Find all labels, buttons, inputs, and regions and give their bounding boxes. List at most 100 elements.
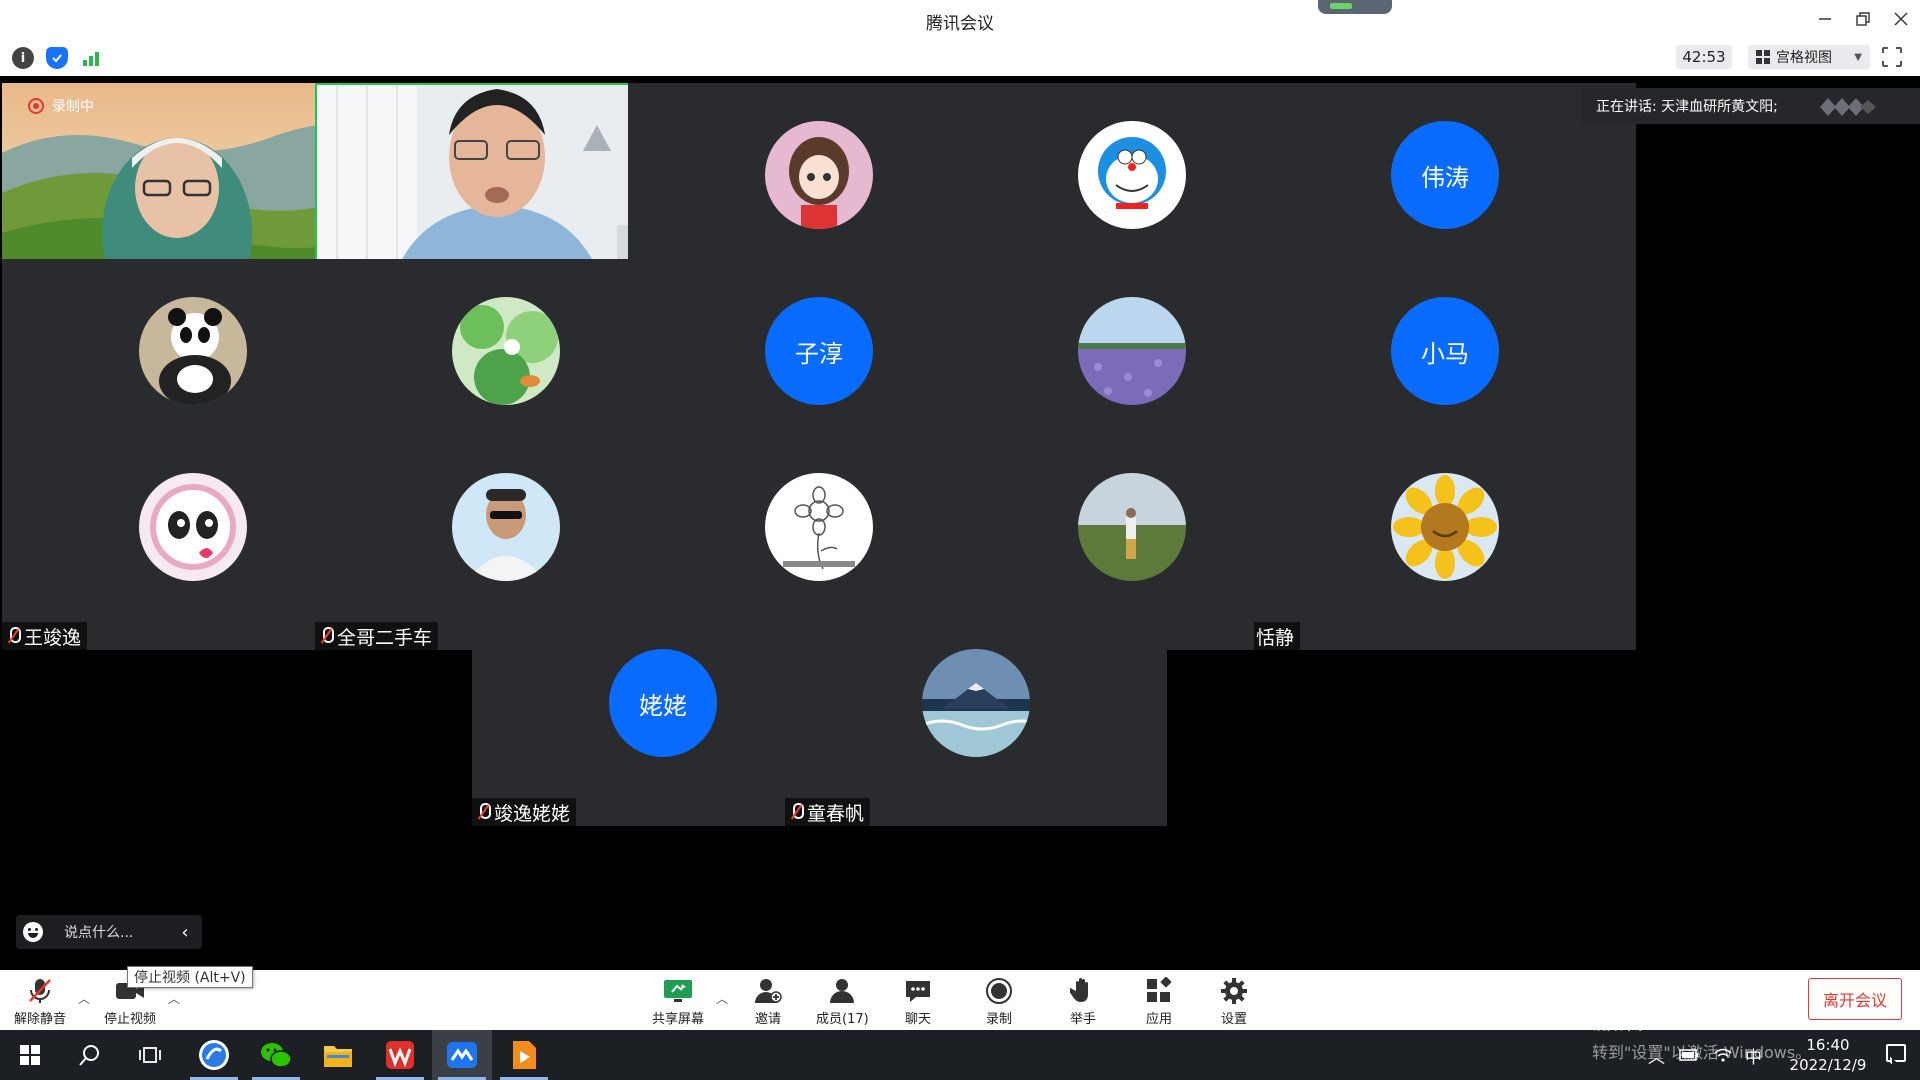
- search-icon: [79, 1045, 99, 1066]
- taskbar-app-explorer[interactable]: [308, 1030, 368, 1080]
- chat-button[interactable]: 聊天: [902, 976, 934, 1027]
- chat-bubble-icon: [902, 976, 934, 1006]
- apps-grid-icon: [1143, 976, 1175, 1006]
- participant-avatar: [452, 473, 560, 581]
- participant-avatar: 伟涛: [1391, 121, 1499, 229]
- grid-icon: [1756, 50, 1770, 64]
- minimize-button[interactable]: [1806, 0, 1844, 38]
- hand-icon: [1067, 976, 1099, 1006]
- task-view-button[interactable]: [120, 1030, 180, 1080]
- windows-logo-icon: [20, 1045, 40, 1065]
- recording-label: 录制中: [52, 99, 94, 115]
- gear-icon: [1218, 976, 1250, 1006]
- tencent-meeting-app-icon: [447, 1042, 477, 1068]
- participant-avatar: [452, 297, 560, 405]
- taskbar-app-player[interactable]: [494, 1030, 554, 1080]
- shield-icon[interactable]: [46, 47, 68, 69]
- participant-name: 竣逸姥姥: [494, 802, 571, 825]
- mic-muted-icon: [474, 802, 492, 822]
- notification-center-icon[interactable]: [1886, 1044, 1906, 1062]
- fullscreen-icon[interactable]: [1881, 46, 1903, 68]
- info-icon[interactable]: i: [12, 47, 34, 69]
- close-button[interactable]: [1882, 0, 1920, 38]
- participant-avatar: [1078, 121, 1186, 229]
- view-mode-label: 宫格视图: [1776, 50, 1832, 66]
- mic-muted-icon: [4, 626, 22, 646]
- participant-avatar: 小马: [1391, 297, 1499, 405]
- view-mode-dropdown[interactable]: 宫格视图 ▼: [1748, 45, 1870, 69]
- participant-avatar: [1391, 473, 1499, 581]
- collapse-chat-button[interactable]: ‹: [168, 915, 202, 949]
- mic-muted-icon: [787, 802, 805, 822]
- emoji-button[interactable]: [16, 915, 50, 949]
- leave-meeting-button[interactable]: 离开会议: [1808, 978, 1902, 1020]
- invite-user-icon: [752, 976, 784, 1006]
- participant-avatar: [139, 297, 247, 405]
- signal-strength-icon[interactable]: [80, 47, 102, 69]
- meeting-info-bar: i 42:53 宫格视图 ▼: [0, 38, 1920, 76]
- invite-button[interactable]: 邀请: [752, 976, 784, 1027]
- recording-indicator: 录制中: [28, 96, 94, 116]
- unmute-button[interactable]: 解除静音: [14, 976, 66, 1027]
- chat-input[interactable]: 说点什么...: [50, 915, 168, 949]
- speaking-label: 正在讲话: 天津血研所黄文阳;: [1596, 99, 1778, 115]
- raise-hand-button[interactable]: 举手: [1067, 976, 1099, 1027]
- windows-activation-watermark: 激活 Windows 转到"设置"以激活 Windows。: [1592, 1006, 1812, 1062]
- window-title: 腾讯会议: [926, 14, 994, 34]
- record-dot-icon: [28, 98, 44, 114]
- shield-check-icon: [52, 54, 62, 63]
- participant-name-bar: 王竣逸: [2, 622, 88, 650]
- participant-name-bar: 竣逸姥姥: [472, 798, 577, 826]
- participant-avatar: [139, 473, 247, 581]
- video-options-chevron[interactable]: ︿: [168, 990, 180, 1007]
- folder-icon: [324, 1046, 352, 1067]
- chevron-left-icon: ‹: [181, 921, 189, 943]
- task-view-icon: [139, 1047, 161, 1063]
- start-button[interactable]: [0, 1030, 60, 1080]
- taskbar-app-wps[interactable]: [370, 1030, 430, 1080]
- browser-app-icon: [199, 1040, 229, 1070]
- audio-wave-icon: [1820, 98, 1876, 116]
- taskbar-app-wechat[interactable]: [246, 1030, 306, 1080]
- meeting-timer: 42:53: [1676, 45, 1732, 69]
- taskbar-app-browser[interactable]: [184, 1030, 244, 1080]
- share-screen-button[interactable]: 共享屏幕: [652, 976, 704, 1027]
- settings-button[interactable]: 设置: [1218, 976, 1250, 1027]
- participant-name-bar: 全哥二手车: [315, 622, 439, 650]
- members-button[interactable]: 成员(17): [816, 976, 869, 1027]
- participant-name-bar: 恬静: [1254, 622, 1301, 650]
- quick-chat-bar: 说点什么... ‹: [16, 915, 202, 949]
- participant-avatar: 子淳: [765, 297, 873, 405]
- participant-tile[interactable]: 童春帆: [785, 611, 1167, 826]
- participant-name-bar: 童春帆: [785, 798, 871, 826]
- participant-avatar: [765, 121, 873, 229]
- video-grid: 录制中 正在讲话: 天津血研所黄文阳; 手术室 王媛天津血研所黄文阳张杰刚刚伟涛…: [0, 76, 1920, 1062]
- participant-avatar: [765, 473, 873, 581]
- participant-avatar: 姥姥: [609, 649, 717, 757]
- mic-muted-icon: [24, 976, 56, 1006]
- mic-muted-icon: [317, 626, 335, 646]
- title-bar: 腾讯会议: [0, 0, 1920, 38]
- restore-icon: [1856, 12, 1870, 26]
- participant-avatar: [1078, 473, 1186, 581]
- participant-avatar: [1078, 297, 1186, 405]
- audio-options-chevron[interactable]: ︿: [78, 990, 90, 1007]
- taskbar-app-tencent-meeting[interactable]: [432, 1030, 492, 1080]
- smiley-icon: [23, 922, 43, 942]
- participant-name: 王竣逸: [24, 626, 82, 649]
- taskbar-search-button[interactable]: [60, 1030, 120, 1080]
- apps-button[interactable]: 应用: [1143, 976, 1175, 1027]
- record-button[interactable]: 录制: [983, 976, 1015, 1027]
- participant-name: 恬静: [1256, 626, 1295, 649]
- close-icon: [1894, 12, 1908, 26]
- restore-button[interactable]: [1844, 0, 1882, 38]
- media-player-icon: [513, 1041, 536, 1069]
- members-icon: [826, 976, 858, 1006]
- speaking-indicator: 正在讲话: 天津血研所黄文阳;: [1582, 88, 1920, 124]
- share-screen-icon: [662, 976, 694, 1006]
- participant-avatar: [922, 649, 1030, 757]
- participant-tile[interactable]: 恬静: [1254, 435, 1636, 650]
- minimize-icon: [1819, 18, 1831, 20]
- wechat-app-icon: [261, 1043, 292, 1068]
- share-options-chevron[interactable]: ︿: [716, 990, 728, 1007]
